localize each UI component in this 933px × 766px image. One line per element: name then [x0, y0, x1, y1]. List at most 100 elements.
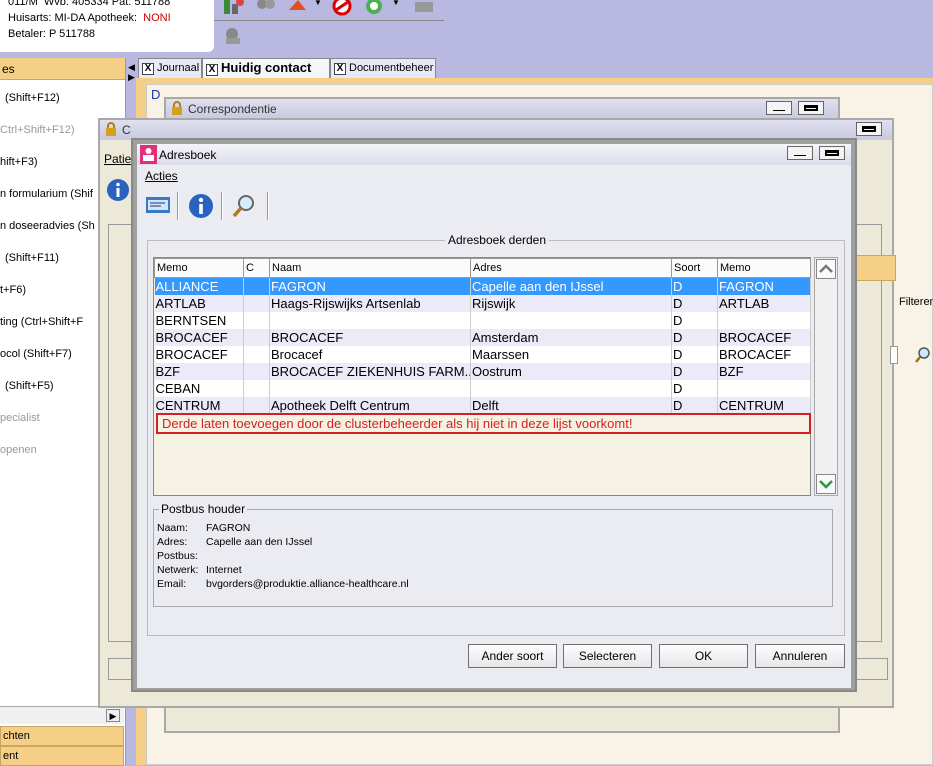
tab-label: Journaal — [157, 62, 200, 74]
info-icon[interactable] — [188, 193, 214, 219]
search-icon[interactable] — [231, 193, 257, 219]
printer-icon[interactable] — [412, 0, 436, 16]
annuleren-button[interactable]: Annuleren — [755, 644, 845, 668]
warning-message: Derde laten toevoegen door de clusterbeh… — [156, 413, 811, 434]
ander-soort-button[interactable]: Ander soort — [468, 644, 557, 668]
table-row[interactable]: BZF BROCACEF ZIEKENHUIS FARM... Oostrum D BZ… — [154, 362, 811, 380]
tab-label: Huidig contact — [221, 60, 312, 75]
globe-dropdown-icon[interactable]: ▼ — [392, 0, 400, 7]
filter-label[interactable]: Filteren — [899, 296, 933, 308]
column-header-memo[interactable]: Memo — [154, 258, 244, 278]
sidebar-item[interactable]: (Shift+F11) — [5, 252, 59, 264]
cell-soort: D — [671, 311, 718, 329]
sidebar-item[interactable]: pecialist — [0, 412, 40, 424]
column-header-soort[interactable]: Soort — [671, 258, 718, 278]
patient-info-panel: 011/M Wvb: 405334 Pat: 511788 Huisarts: … — [0, 0, 214, 52]
sidebar-item[interactable]: ocol (Shift+F7) — [0, 348, 72, 360]
table-vscrollbar[interactable] — [814, 257, 838, 496]
lock-icon — [106, 122, 116, 136]
sidebar-item[interactable]: hift+F3) — [0, 156, 38, 168]
sidebar-item[interactable]: openen — [0, 444, 37, 456]
sidebar-footer-item[interactable]: chten — [0, 726, 124, 746]
tab-huidig-contact[interactable]: X Huidig contact — [202, 58, 330, 78]
sidebar-hscrollbar[interactable]: ▶ — [0, 706, 124, 724]
window-title: C — [122, 123, 131, 137]
selecteren-button[interactable]: Selecteren — [563, 644, 652, 668]
sidebar-item[interactable]: Ctrl+Shift+F12) — [0, 124, 75, 136]
sidebar-item[interactable]: (Shift+F12) — [5, 92, 60, 104]
close-icon[interactable]: X — [206, 64, 218, 76]
apotheek-value: NONI — [143, 12, 171, 24]
cell-soort: D — [671, 277, 718, 295]
stop-icon[interactable] — [330, 0, 354, 16]
cell-c — [243, 294, 270, 312]
table-row[interactable]: BERNTSEN D — [154, 311, 811, 329]
table-row[interactable]: BROCACEF Brocacef Maarssen D BROCACEF — [154, 345, 811, 363]
minimize-button[interactable] — [766, 101, 792, 115]
close-icon[interactable]: X — [142, 63, 154, 75]
addressbook-icon — [140, 145, 157, 164]
table-row[interactable]: ARTLAB Haags-Rijswijks Artsenlab Rijswijk D… — [154, 294, 811, 312]
table-row[interactable]: BROCACEF BROCACEF Amsterdam D BROCACEF — [154, 328, 811, 346]
filter-input[interactable] — [890, 346, 898, 364]
column-header-adres[interactable]: Adres — [470, 258, 672, 278]
cell-soort: D — [671, 294, 718, 312]
tab-journaal[interactable]: X Journaal — [138, 58, 202, 78]
maximize-button[interactable] — [798, 101, 824, 115]
tab-documentbeheer[interactable]: X Documentbeheer — [330, 58, 436, 78]
sidebar-item[interactable]: ting (Ctrl+Shift+F — [0, 316, 83, 328]
info-icon[interactable] — [106, 178, 130, 202]
table-row[interactable]: ALLIANCE FAGRON Capelle aan den IJssel D FAG… — [154, 277, 811, 295]
sidebar-item[interactable]: t+F6) — [0, 284, 26, 296]
scroll-up-icon[interactable] — [816, 259, 836, 279]
cell-c — [243, 379, 270, 397]
cell-memo2: CENTRUM — [717, 396, 811, 414]
window-title: Adresboek — [159, 148, 217, 162]
tools-dropdown-icon[interactable]: ▼ — [314, 0, 322, 7]
sidebar-footer-item[interactable]: ent — [0, 746, 124, 766]
cell-memo2 — [717, 311, 811, 329]
cell-adres: Maarssen — [470, 345, 672, 363]
scroll-right-icon[interactable]: ▶ — [106, 709, 120, 722]
cell-soort: D — [671, 379, 718, 397]
table-row[interactable]: CENTRUM Apotheek Delft Centrum Delft D CENTR… — [154, 396, 811, 414]
sidebar-item[interactable]: n formularium (Shif — [0, 188, 93, 200]
table-row[interactable]: CEBAN D — [154, 379, 811, 397]
maximize-button[interactable] — [856, 122, 882, 136]
cell-memo2: BROCACEF — [717, 328, 811, 346]
field-label: Adres: — [157, 536, 188, 548]
content-heading-fragment: D — [151, 87, 161, 102]
table-header-row: Memo C Naam Adres Soort Memo — [154, 258, 811, 278]
adresboek-derden-group: Adresboek derden Memo C Naam Adres Soort… — [147, 233, 845, 636]
filter-panel: Filteren — [856, 255, 933, 308]
cell-memo2: ARTLAB — [717, 294, 811, 312]
maximize-button[interactable] — [819, 146, 845, 160]
user-settings-icon[interactable] — [222, 26, 246, 46]
card-icon[interactable] — [145, 194, 171, 216]
patient-menu[interactable]: Patie — [104, 152, 131, 166]
column-header-naam[interactable]: Naam — [269, 258, 471, 278]
field-value: Internet — [206, 564, 242, 576]
patient-numbers: Wvb: 405334 Pat: 511788 — [43, 0, 171, 8]
expand-right-icon[interactable]: ▶ — [128, 72, 135, 83]
menu-acties[interactable]: Acties — [145, 169, 178, 183]
search-icon[interactable] — [914, 346, 932, 364]
cell-memo: ARTLAB — [154, 294, 244, 312]
sidebar-item[interactable]: (Shift+F5) — [5, 380, 54, 392]
cell-soort: D — [671, 328, 718, 346]
group-icon[interactable] — [254, 0, 278, 16]
cell-adres — [470, 379, 672, 397]
sidebar-item[interactable]: n doseeradvies (Sh — [0, 220, 95, 232]
person-chart-icon[interactable] — [222, 0, 246, 16]
scroll-down-icon[interactable] — [816, 474, 836, 494]
globe-icon[interactable] — [364, 0, 388, 16]
postbus-houder-group: Postbus houder Naam: FAGRON Adres: Capelle… — [153, 502, 833, 607]
cell-soort: D — [671, 362, 718, 380]
column-header-memo2[interactable]: Memo — [717, 258, 811, 278]
cell-adres — [470, 311, 672, 329]
close-icon[interactable]: X — [334, 63, 346, 75]
column-header-c[interactable]: C — [243, 258, 270, 278]
tools-icon[interactable] — [286, 0, 310, 16]
ok-button[interactable]: OK — [659, 644, 748, 668]
minimize-button[interactable] — [787, 146, 813, 160]
